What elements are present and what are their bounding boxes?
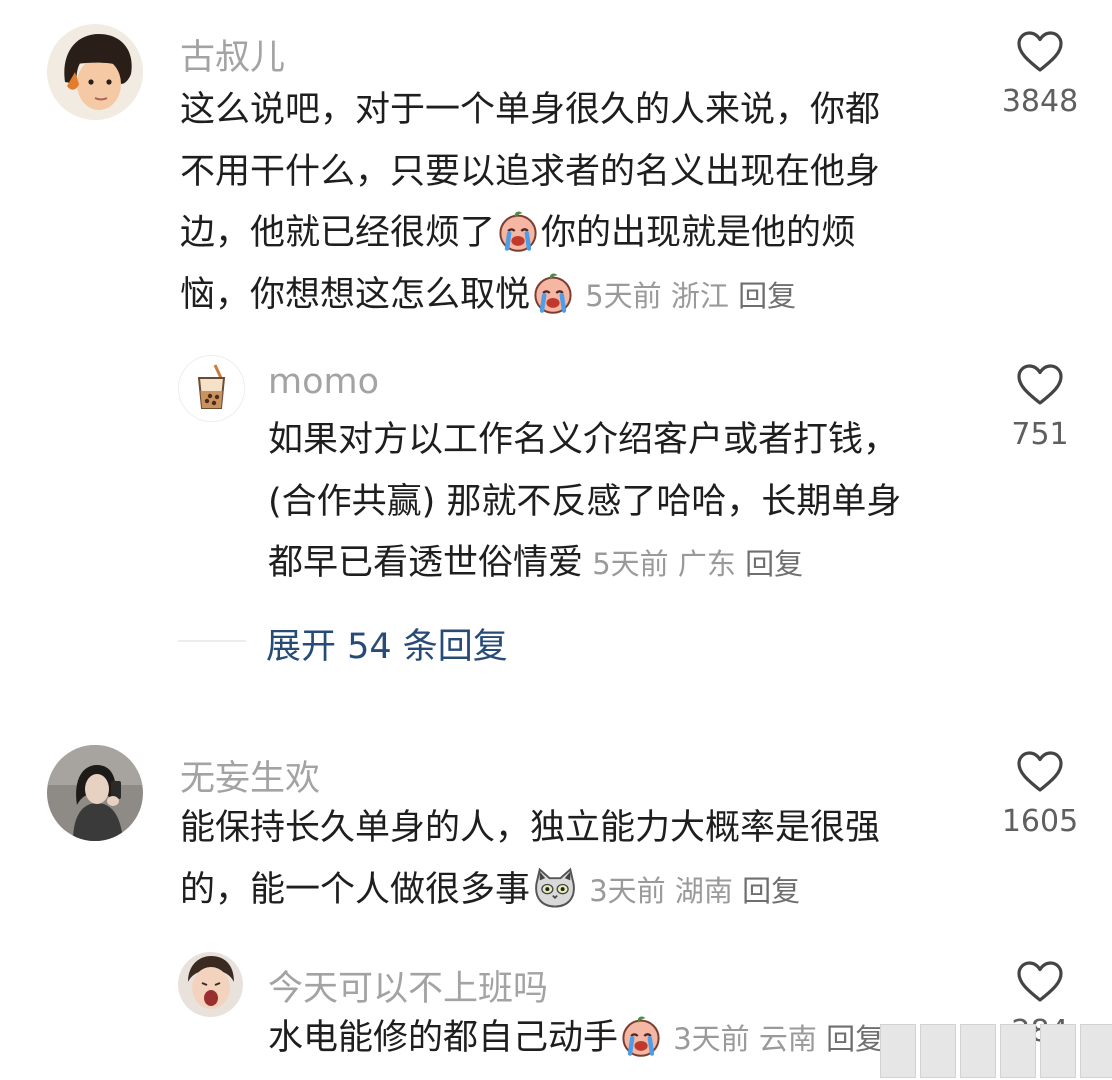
comment-line-segment: 边，他就已经很烦了 — [180, 213, 496, 253]
heart-outline-icon — [1016, 750, 1064, 794]
comment-region: 云南 — [758, 1022, 817, 1056]
crying-emoji-icon — [531, 271, 575, 315]
avatar[interactable] — [47, 24, 143, 120]
comment-line: 都早已看透世俗情爱 5天前 广东 回复 — [268, 533, 978, 596]
comment-body: 能保持长久单身的人，独立能力大概率是很强 的，能一个人做很多事 3天前 湖南 回… — [180, 798, 970, 922]
comment-time: 5天前 — [592, 547, 669, 581]
heart-outline-icon — [1016, 363, 1064, 407]
watermark-block — [1000, 1024, 1036, 1078]
comment-line-segment: 的，能一个人做很多事 — [180, 869, 531, 910]
expand-replies-button[interactable]: 展开 54 条回复 — [266, 618, 508, 669]
comment-region: 湖南 — [674, 873, 733, 908]
comment-body: 水电能修的都自己动手 3天前 云南 回复 — [268, 1008, 978, 1071]
comment-username[interactable]: 古叔儿 — [180, 29, 285, 80]
comment-meta: 3天前 湖南 回复 — [580, 874, 800, 908]
comment-meta: 3天前 云南 回复 — [664, 1022, 884, 1056]
comment-line-segment: 你的出现就是他的烦 — [541, 213, 857, 253]
watermark-block — [960, 1024, 996, 1078]
like-count: 3848 — [1001, 84, 1079, 119]
like-button[interactable]: 751 — [985, 363, 1095, 452]
divider — [178, 640, 246, 642]
like-button[interactable]: 1605 — [985, 750, 1095, 839]
comment-line: 这么说吧，对于一个单身很久的人来说，你都 — [180, 90, 881, 130]
like-count: 1605 — [1001, 804, 1079, 839]
comment-body: 如果对方以工作名义介绍客户或者打钱， (合作共赢) 那就不反感了哈哈，长期单身 … — [268, 410, 978, 596]
comment-username[interactable]: momo — [268, 362, 379, 402]
avatar[interactable] — [47, 745, 143, 841]
comment-line-segment: 都早已看透世俗情爱 — [268, 543, 584, 583]
comment-line: (合作共赢) 那就不反感了哈哈，长期单身 — [268, 481, 902, 522]
reply-button[interactable]: 回复 — [738, 279, 796, 313]
comment-line: 不用干什么，只要以追求者的名义出现在他身 — [180, 151, 881, 192]
comment-body: 这么说吧，对于一个单身很久的人来说，你都 不用干什么，只要以追求者的名义出现在他… — [180, 80, 970, 327]
crying-emoji-icon — [496, 209, 540, 253]
comment-time: 3天前 — [673, 1022, 750, 1056]
comment-meta: 5天前 广东 回复 — [583, 547, 803, 581]
comment-time: 3天前 — [589, 873, 666, 908]
watermark-block — [1040, 1024, 1076, 1078]
comment-line: 恼，你想想这怎么取悦 5天前 浙江 回复 — [180, 265, 970, 328]
comment-username[interactable]: 今天可以不上班吗 — [268, 960, 548, 1011]
comment-meta: 5天前 浙江 回复 — [576, 279, 796, 313]
reply-button[interactable]: 回复 — [742, 874, 800, 908]
comment-time: 5天前 — [585, 278, 662, 313]
watermark — [880, 1024, 1112, 1078]
heart-outline-icon — [1016, 30, 1064, 74]
watermark-block — [920, 1024, 956, 1078]
avatar[interactable] — [178, 952, 243, 1017]
comment-region: 浙江 — [670, 278, 729, 313]
heart-outline-icon — [1016, 960, 1064, 1004]
comment-line: 水电能修的都自己动手 3天前 云南 回复 — [268, 1008, 978, 1071]
like-button[interactable]: 3848 — [985, 30, 1095, 119]
comment-line: 边，他就已经很烦了 你的出现就是他的烦 — [180, 203, 970, 265]
cat-emoji-icon — [531, 866, 579, 910]
comment-region: 广东 — [677, 547, 736, 581]
comment-line: 如果对方以工作名义介绍客户或者打钱， — [268, 420, 899, 460]
comment-username[interactable]: 无妄生欢 — [180, 750, 320, 801]
reply-button[interactable]: 回复 — [745, 547, 803, 581]
watermark-block — [880, 1024, 916, 1078]
comment-line-segment: 水电能修的都自己动手 — [268, 1018, 619, 1058]
watermark-block — [1080, 1024, 1112, 1078]
crying-emoji-icon — [619, 1014, 663, 1058]
avatar[interactable] — [178, 355, 245, 422]
comment-line: 的，能一个人做很多事 3天前 湖南 回复 — [180, 860, 970, 923]
like-count: 751 — [1011, 417, 1069, 452]
comment-line-segment: 恼，你想想这怎么取悦 — [180, 274, 531, 315]
comment-line: 能保持长久单身的人，独立能力大概率是很强 — [180, 808, 881, 848]
reply-button[interactable]: 回复 — [826, 1022, 884, 1056]
comment-list: 古叔儿 这么说吧，对于一个单身很久的人来说，你都 不用干什么，只要以追求者的名义… — [0, 0, 1112, 1080]
